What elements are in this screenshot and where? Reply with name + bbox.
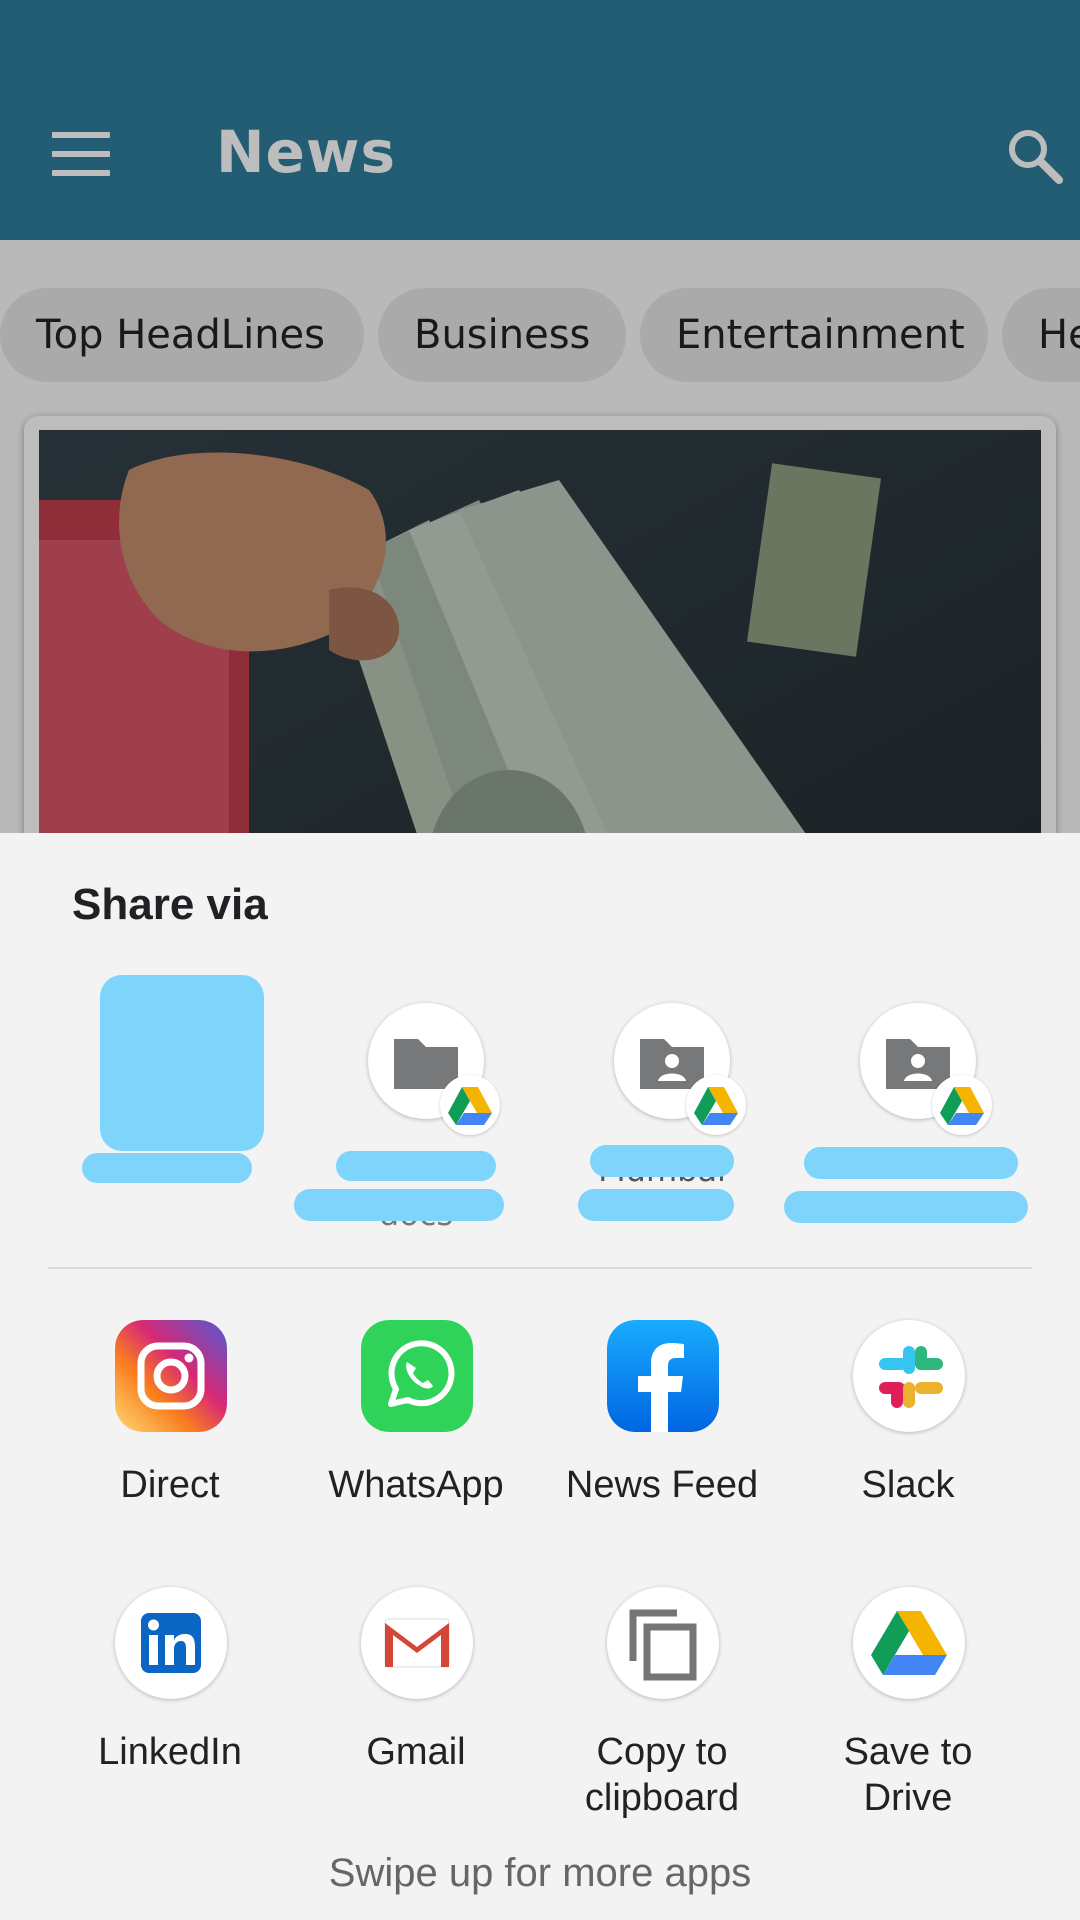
share-sheet: Share via docs Mumbai (0, 833, 1080, 1920)
redacted-label (578, 1189, 734, 1221)
share-app-facebook-news-feed[interactable]: News Feed (552, 1320, 772, 1550)
share-app-whatsapp[interactable]: WhatsApp (306, 1320, 526, 1550)
facebook-icon (607, 1320, 719, 1432)
whatsapp-icon (361, 1320, 473, 1432)
redacted-label (82, 1153, 252, 1183)
instagram-icon (115, 1320, 227, 1432)
share-app-save-to-drive[interactable]: Save to Drive (798, 1587, 1018, 1819)
direct-share-target-1[interactable] (72, 975, 272, 1243)
app-label: Direct (120, 1464, 220, 1506)
app-label: LinkedIn (98, 1731, 242, 1773)
redacted-label (294, 1189, 504, 1221)
gmail-icon (361, 1587, 473, 1699)
swipe-up-hint: Swipe up for more apps (328, 1851, 752, 1895)
app-label: Gmail (366, 1731, 466, 1773)
copy-icon (607, 1587, 719, 1699)
google-drive-icon (853, 1587, 965, 1699)
google-drive-badge-icon (932, 1075, 992, 1135)
direct-share-target-4[interactable] (784, 983, 1028, 1243)
redacted-label (590, 1145, 734, 1177)
app-label: Copy to clipboard (584, 1731, 740, 1819)
google-drive-badge-icon (686, 1075, 746, 1135)
share-app-copy-clipboard[interactable]: Copy to clipboard (552, 1587, 772, 1819)
share-sheet-title: Share via (72, 880, 268, 929)
redacted-avatar (100, 975, 264, 1151)
app-label: News Feed (565, 1464, 759, 1506)
direct-share-target-3[interactable]: Mumbai (562, 983, 762, 1243)
share-app-gmail[interactable]: Gmail (306, 1587, 526, 1817)
redacted-label (336, 1151, 496, 1181)
share-app-linkedin[interactable]: LinkedIn (60, 1587, 280, 1817)
share-app-slack[interactable]: Slack (798, 1320, 1018, 1550)
share-app-instagram-direct[interactable]: Direct (60, 1320, 280, 1550)
sheet-divider (48, 1267, 1032, 1269)
google-drive-badge-icon (440, 1075, 500, 1135)
redacted-label (784, 1191, 1028, 1223)
slack-icon (853, 1320, 965, 1432)
redacted-label (804, 1147, 1018, 1179)
app-label: Slack (861, 1464, 955, 1506)
linkedin-icon (115, 1587, 227, 1699)
app-label: WhatsApp (328, 1464, 504, 1506)
direct-share-target-2[interactable]: docs (294, 983, 516, 1243)
app-label: Save to Drive (843, 1731, 973, 1819)
